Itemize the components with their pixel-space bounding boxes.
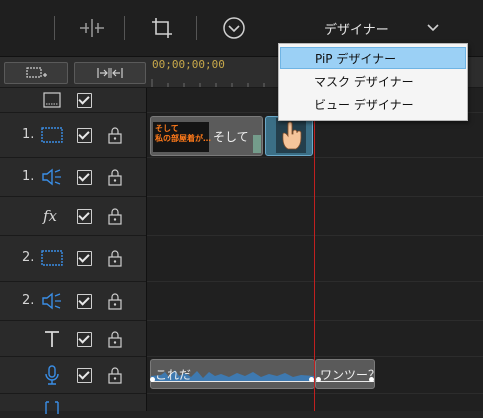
track-number: 2. (22, 293, 35, 308)
split-icon[interactable] (76, 12, 108, 44)
menu-item-mask-designer[interactable]: マスク デザイナー (280, 70, 466, 92)
more-circle-chevron-icon[interactable] (218, 12, 250, 44)
audio-track-icon (40, 167, 64, 187)
toolbar-separator (124, 16, 125, 40)
lock-icon[interactable] (107, 207, 123, 225)
track-headers: 1. 1. fx 2. 2. (0, 88, 147, 414)
volume-keyframe[interactable] (316, 377, 321, 382)
chapter-track-icon (40, 90, 64, 110)
track-number: 1. (22, 127, 35, 142)
designer-dropdown[interactable]: デザイナー (312, 10, 452, 46)
track-enable-checkbox[interactable] (77, 251, 92, 266)
video-track-icon (40, 125, 64, 145)
chevron-down-icon (427, 24, 439, 32)
fx-track-icon: fx (40, 206, 64, 226)
track-manager-button[interactable] (4, 62, 68, 84)
lock-icon[interactable] (107, 168, 123, 186)
track-enable-checkbox[interactable] (77, 332, 92, 347)
lane-title[interactable] (147, 321, 483, 357)
lane-video-2[interactable] (147, 236, 483, 282)
track-header-audio-2: 2. (0, 282, 146, 321)
microphone-icon (40, 365, 64, 385)
lane-audio-1[interactable] (147, 158, 483, 197)
audio-track-icon (40, 291, 64, 311)
lane-partial[interactable] (147, 394, 483, 411)
title-track-icon (40, 329, 64, 349)
svg-text:fx: fx (42, 207, 58, 225)
track-header-title (0, 321, 146, 357)
timeline-lanes[interactable]: そして 私の部屋着が… そして これだ ワンツー？ (147, 88, 483, 411)
subtitle-track-icon (40, 398, 64, 418)
track-enable-checkbox[interactable] (77, 368, 92, 383)
lock-icon[interactable] (107, 366, 123, 384)
clip-thumbnail: そして 私の部屋着が… (153, 122, 211, 152)
clip-edge (253, 135, 261, 153)
add-track-icon (26, 67, 47, 78)
volume-keyframe[interactable] (369, 377, 374, 382)
track-header-effect: fx (0, 197, 146, 236)
toolbar-separator (196, 16, 197, 40)
track-enable-checkbox[interactable] (77, 170, 92, 185)
track-enable-checkbox[interactable] (77, 93, 92, 108)
video-track-icon (40, 248, 64, 268)
track-number: 2. (22, 250, 35, 265)
designer-dropdown-label: デザイナー (324, 22, 389, 38)
lock-icon[interactable] (107, 292, 123, 310)
track-header-partial (0, 394, 146, 414)
pip-clip[interactable] (265, 116, 313, 156)
crop-icon[interactable] (146, 12, 178, 44)
volume-line[interactable] (151, 381, 314, 382)
lane-voice[interactable]: これだ ワンツー？ (147, 357, 483, 394)
volume-keyframe[interactable] (150, 377, 155, 382)
clip-thumbnail (276, 118, 306, 153)
track-enable-checkbox[interactable] (77, 128, 92, 143)
voice-clip[interactable]: ワンツー？ (315, 359, 375, 389)
voice-clip[interactable]: これだ (150, 359, 315, 389)
volume-line[interactable] (316, 381, 374, 382)
track-header-video-1: 1. (0, 113, 146, 158)
clip-thumbnail-caption: そして 私の部屋着が… (155, 124, 211, 143)
toolbar-separator (54, 16, 55, 40)
menu-item-pip-designer[interactable]: PiP デザイナー (280, 47, 466, 69)
hand-sticker-icon (282, 121, 302, 150)
lock-icon[interactable] (107, 126, 123, 144)
track-enable-checkbox[interactable] (77, 294, 92, 309)
designer-menu: PiP デザイナー マスク デザイナー ビュー デザイナー (278, 43, 468, 121)
track-header-video-2: 2. (0, 236, 146, 282)
track-number: 1. (22, 169, 35, 184)
clip-label: そして (213, 130, 249, 144)
fit-to-width-icon (97, 68, 123, 78)
track-header-audio-1: 1. (0, 158, 146, 197)
track-header-voice (0, 357, 146, 394)
lane-effect[interactable] (147, 197, 483, 236)
track-header-chapter (0, 88, 146, 113)
menu-item-view-designer[interactable]: ビュー デザイナー (280, 93, 466, 115)
lock-icon[interactable] (107, 330, 123, 348)
video-clip[interactable]: そして 私の部屋着が… そして (150, 116, 263, 156)
fit-timeline-button[interactable] (74, 62, 146, 84)
track-enable-checkbox[interactable] (77, 209, 92, 224)
timecode-readout: 00;00;00;00 (152, 58, 225, 71)
lane-audio-2[interactable] (147, 282, 483, 321)
lock-icon[interactable] (107, 249, 123, 267)
